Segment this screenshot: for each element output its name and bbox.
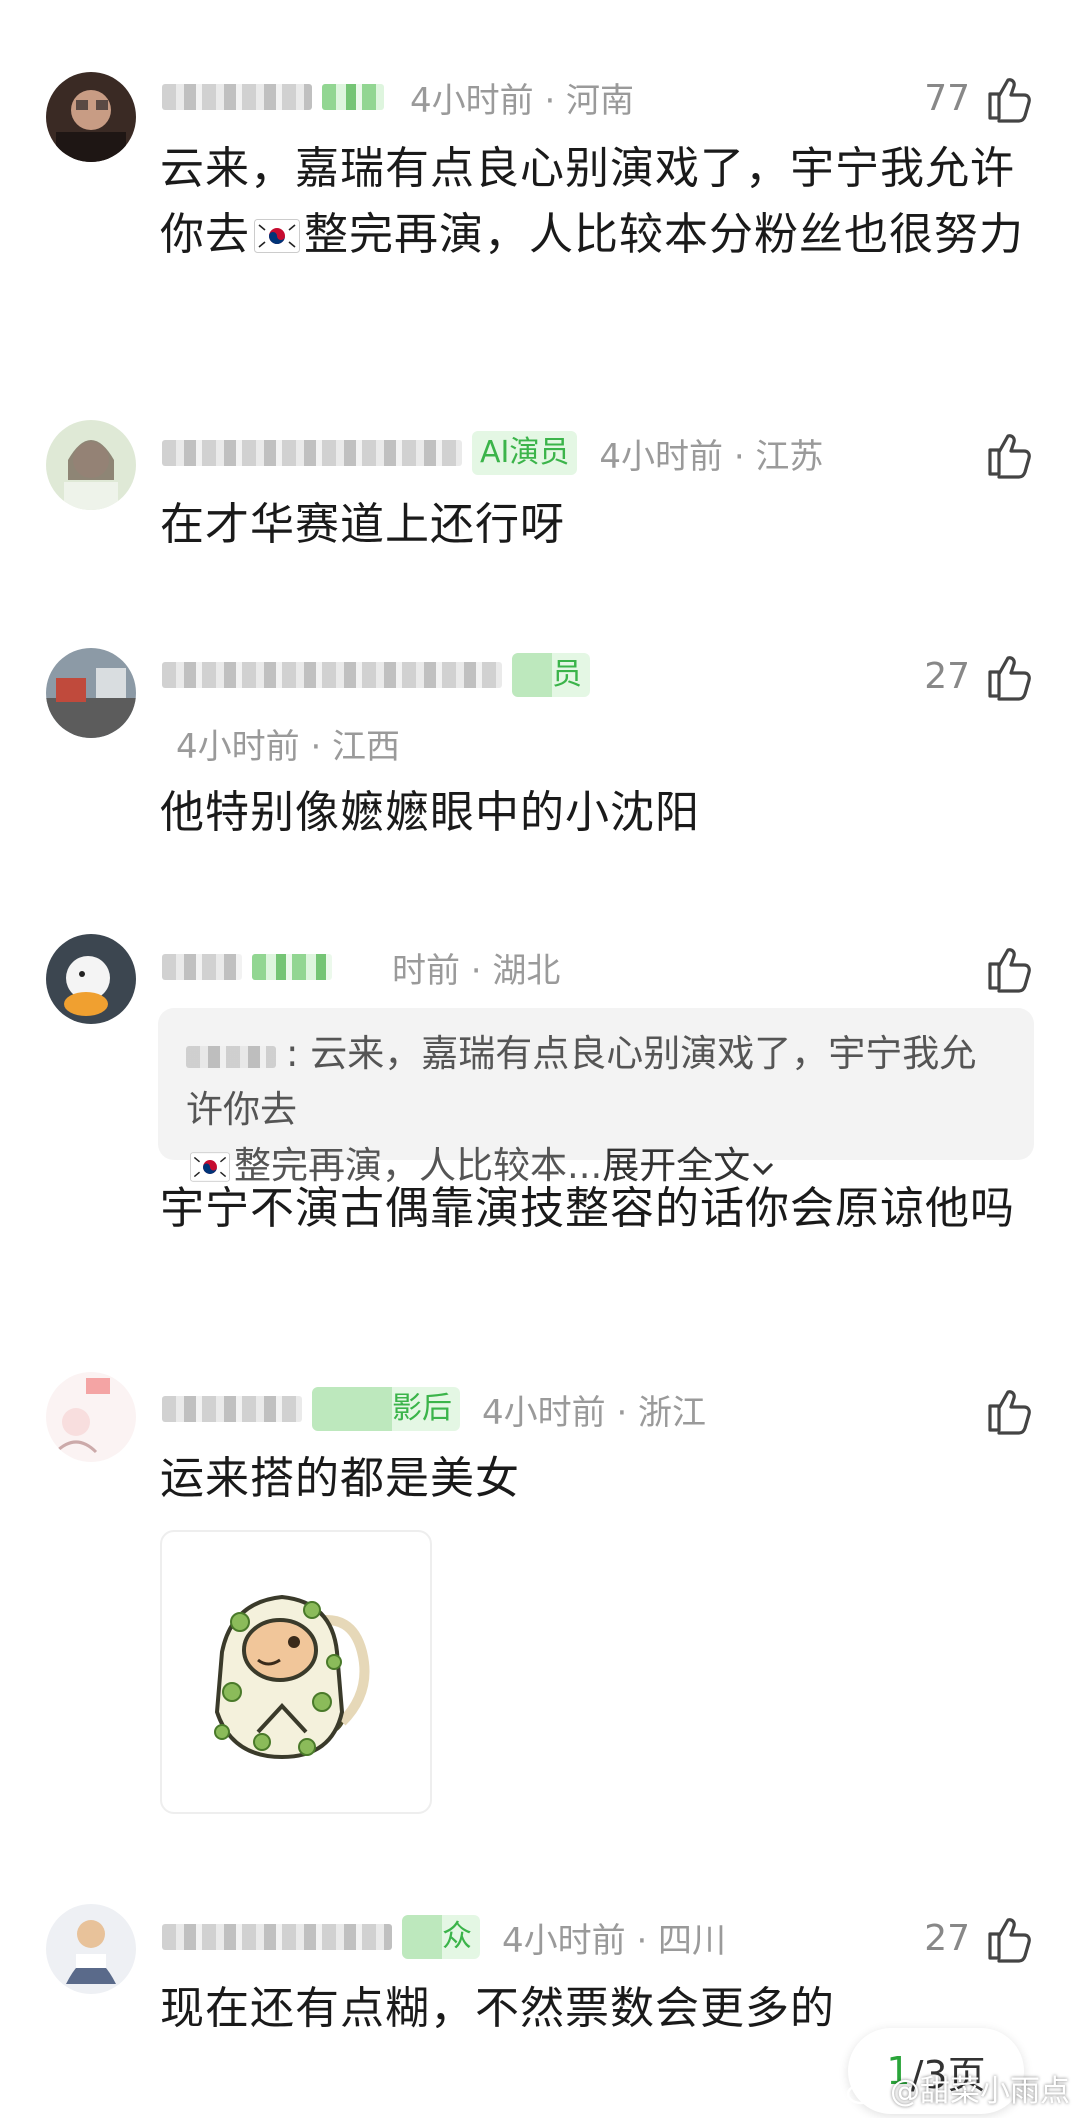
quote-line-1: : 云来，嘉瑞有点良心别演戏了，宇宁我允许你去 xyxy=(186,1032,977,1131)
username-blurred[interactable] xyxy=(162,662,502,688)
comment-meta: 4小时前 · 四川 xyxy=(502,1920,727,1961)
username-bar: 员 xyxy=(162,650,612,700)
avatar[interactable] xyxy=(46,648,136,738)
like-count: 27 xyxy=(924,1917,970,1959)
user-badge: 影后 xyxy=(312,1387,460,1431)
badge-blurred xyxy=(322,84,384,110)
like-button[interactable] xyxy=(970,426,1036,482)
username-blurred[interactable] xyxy=(162,440,462,466)
snake-blanket-sticker xyxy=(214,1594,370,1760)
like-count: 27 xyxy=(924,655,970,697)
avatar[interactable] xyxy=(46,420,136,510)
weibo-icon xyxy=(847,2079,879,2105)
avatar[interactable] xyxy=(46,72,136,162)
thumbs-up-icon xyxy=(984,1912,1036,1964)
sticker-image[interactable] xyxy=(160,1530,432,1814)
username-blurred[interactable] xyxy=(162,1396,302,1422)
comment-meta: 4小时前 · 江苏 xyxy=(599,436,824,477)
quoted-username-blurred xyxy=(186,1046,276,1068)
username-bar: 众 4小时前 · 四川 xyxy=(162,1912,726,1962)
thumbs-up-icon xyxy=(984,1384,1036,1436)
avatar[interactable] xyxy=(46,1372,136,1462)
user-badge: 众 xyxy=(402,1915,480,1959)
thumbs-up-icon xyxy=(984,942,1036,994)
thumbs-up-icon xyxy=(984,72,1036,124)
watermark: @甜菜小雨点 xyxy=(846,2066,1070,2110)
comment-text: 他特别像嬷嬷眼中的小沈阳 xyxy=(160,787,700,838)
thumbs-up-icon xyxy=(984,650,1036,702)
user-badge: AI演员 xyxy=(472,431,578,475)
comment-meta: 时前 · 湖北 xyxy=(392,950,561,991)
username-bar: 4小时前 · 河南 xyxy=(162,72,634,122)
comment-meta: 4小时前 · 河南 xyxy=(410,80,635,121)
like-button[interactable]: 27 xyxy=(924,1910,1036,1966)
like-button[interactable] xyxy=(970,940,1036,996)
avatar[interactable] xyxy=(46,934,136,1024)
username-blurred[interactable] xyxy=(162,84,312,110)
like-button[interactable]: 77 xyxy=(924,70,1036,126)
watermark-text: @甜菜小雨点 xyxy=(890,2074,1070,2109)
username-bar: 时前 · 湖北 xyxy=(162,942,560,992)
thumbs-up-icon xyxy=(984,428,1036,480)
quoted-reply[interactable]: : 云来，嘉瑞有点良心别演戏了，宇宁我允许你去 整完再演，人比较本...展开全文 xyxy=(158,1008,1034,1187)
like-button[interactable] xyxy=(970,1382,1036,1438)
comment-meta: 4小时前 · 浙江 xyxy=(482,1392,707,1433)
comment-meta-row: 4小时前 · 江西 xyxy=(176,718,400,768)
like-button[interactable]: 27 xyxy=(924,648,1036,704)
username-bar: AI演员 4小时前 · 江苏 xyxy=(162,428,823,478)
avatar[interactable] xyxy=(46,1904,136,1994)
comment-text: 运来搭的都是美女 xyxy=(160,1453,520,1504)
south-korea-flag-icon xyxy=(254,219,300,253)
username-blurred[interactable] xyxy=(162,954,242,980)
user-badge: 员 xyxy=(512,653,590,697)
comment-meta: 4小时前 · 江西 xyxy=(176,726,401,767)
comment-text: 在才华赛道上还行呀 xyxy=(160,499,565,550)
like-count: 77 xyxy=(924,77,970,119)
comment-text: 宇宁不演古偶靠演技整容的话你会原谅他吗 xyxy=(160,1183,1015,1234)
username-blurred[interactable] xyxy=(162,1924,392,1950)
badge-blurred xyxy=(252,954,332,980)
comment-text: 云来，嘉瑞有点良心别演戏了，宇宁我允许你去 整完再演，人比较本分粉丝也很努力 xyxy=(160,143,1024,260)
username-bar: 影后 4小时前 · 浙江 xyxy=(162,1384,706,1434)
